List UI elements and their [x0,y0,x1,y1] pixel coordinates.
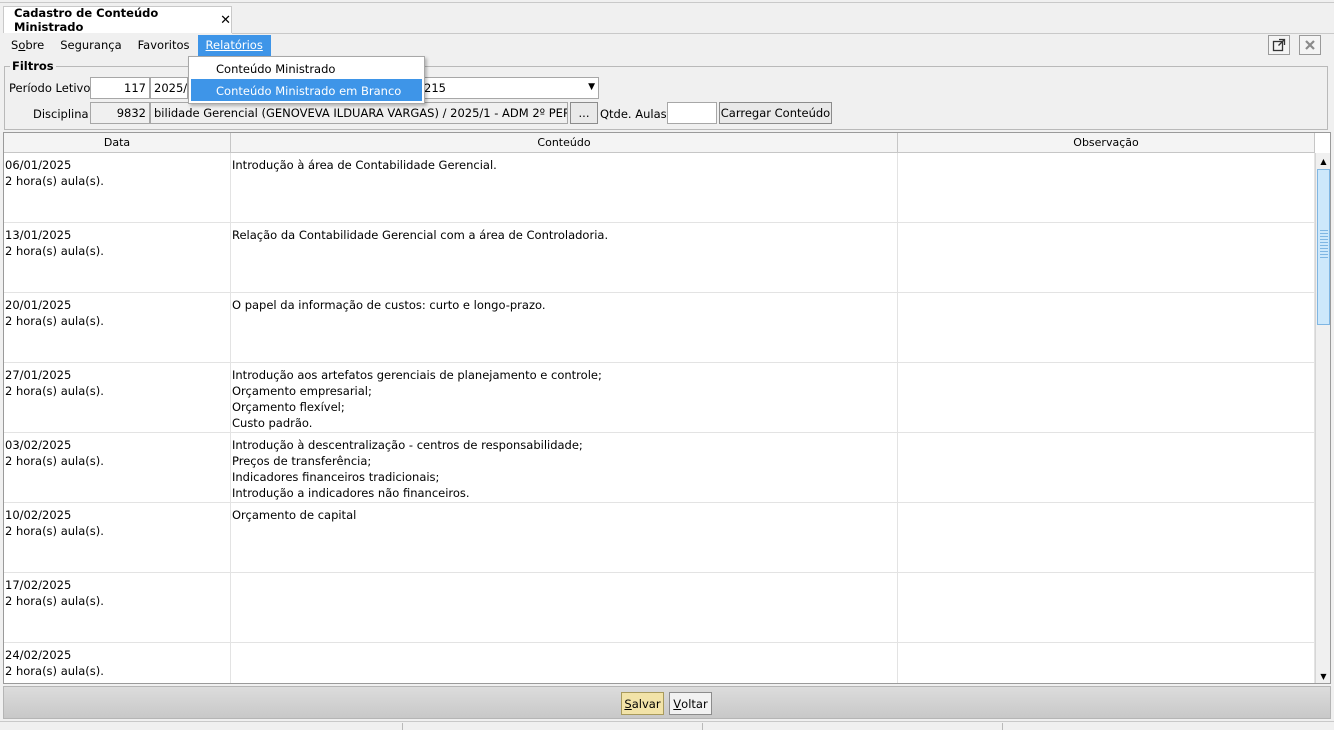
qtde-aulas-input[interactable] [667,102,717,124]
tab-cadastro-conteudo[interactable]: Cadastro de Conteúdo Ministrado ✕ [3,6,232,34]
cell-data[interactable]: 10/02/2025 2 hora(s) aula(s). [4,503,231,572]
table-row[interactable]: 13/01/2025 2 hora(s) aula(s). Relação da… [4,223,1315,293]
table-row[interactable]: 20/01/2025 2 hora(s) aula(s). O papel da… [4,293,1315,363]
disciplina-input[interactable]: bilidade Gerencial (GENOVEVA ILDUARA VAR… [150,102,568,124]
table-row[interactable]: 17/02/2025 2 hora(s) aula(s). [4,573,1315,643]
grid-body: 06/01/2025 2 hora(s) aula(s). Introdução… [4,153,1315,683]
cell-data[interactable]: 24/02/2025 2 hora(s) aula(s). [4,643,231,683]
periodo-label: Período Letivo: [9,81,95,95]
menu-sobre[interactable]: Sobre [3,35,52,56]
tab-title: Cadastro de Conteúdo Ministrado [14,6,159,34]
cell-conteudo[interactable]: Introdução aos artefatos gerenciais de p… [231,363,898,432]
periodo-combo-value: 215 [424,81,446,95]
menu-item-conteudo-ministrado[interactable]: Conteúdo Ministrado [189,57,424,79]
periodo-input[interactable]: 2025/1 [150,77,188,99]
table-row[interactable]: 24/02/2025 2 hora(s) aula(s). [4,643,1315,683]
cell-conteudo[interactable]: Introdução à descentralização - centros … [231,433,898,502]
salvar-button[interactable]: Salvar [621,692,664,715]
cell-observacao[interactable] [898,363,1315,432]
conteudo-grid: Data Conteúdo Observação 06/01/2025 2 ho… [3,132,1331,684]
scrollbar-thumb[interactable] [1317,169,1330,325]
periodo-combo[interactable]: 215 ▼ [420,77,599,99]
cell-conteudo[interactable] [231,643,898,683]
menu-sobre-suffix: bre [25,38,45,52]
tab-close-icon[interactable]: ✕ [220,13,231,28]
disciplina-label: Disciplina: [33,107,93,121]
cell-observacao[interactable] [898,573,1315,642]
menu-item-conteudo-ministrado-branco[interactable]: Conteúdo Ministrado em Branco [191,79,422,101]
cell-observacao[interactable] [898,293,1315,362]
cell-data[interactable]: 27/01/2025 2 hora(s) aula(s). [4,363,231,432]
menu-bar: Sobre Segurança Favoritos Relatórios [3,35,271,56]
cell-data[interactable]: 20/01/2025 2 hora(s) aula(s). [4,293,231,362]
status-bar [0,721,1334,730]
scroll-up-icon[interactable]: ▲ [1316,153,1330,169]
qtde-aulas-label: Qtde. Aulas: [600,107,671,121]
menu-seguranca[interactable]: Segurança [52,35,129,56]
menu-relatorios[interactable]: Relatórios [197,35,271,56]
cell-observacao[interactable] [898,433,1315,502]
periodo-code-input[interactable]: 117 [90,77,150,99]
external-link-glyph [1272,38,1286,52]
header-conteudo[interactable]: Conteúdo [231,133,898,153]
menu-favoritos[interactable]: Favoritos [130,35,198,56]
salvar-label: alvar [631,696,661,711]
vertical-scrollbar[interactable]: ▲ ▼ [1315,153,1330,683]
voltar-button[interactable]: Voltar [669,692,712,715]
cell-conteudo[interactable]: O papel da informação de custos: curto e… [231,293,898,362]
table-row[interactable]: 10/02/2025 2 hora(s) aula(s). Orçamento … [4,503,1315,573]
carregar-conteudo-button[interactable]: Carregar Conteúdo [719,102,832,124]
external-link-icon[interactable] [1268,35,1290,55]
filters-legend: Filtros [10,59,56,73]
cell-conteudo[interactable] [231,573,898,642]
cell-observacao[interactable] [898,153,1315,222]
table-row[interactable]: 03/02/2025 2 hora(s) aula(s). Introdução… [4,433,1315,503]
salvar-mnemonic: S [624,696,632,711]
cell-data[interactable]: 03/02/2025 2 hora(s) aula(s). [4,433,231,502]
cell-data[interactable]: 13/01/2025 2 hora(s) aula(s). [4,223,231,292]
disciplina-browse-button[interactable]: ... [570,102,598,124]
header-data[interactable]: Data [4,133,231,153]
close-glyph [1305,40,1315,50]
scrollbar-grip [1320,230,1328,260]
bottom-toolbar: Salvar Voltar [3,686,1331,719]
close-icon[interactable] [1299,35,1321,55]
voltar-mnemonic: V [673,696,682,711]
header-observacao[interactable]: Observação [898,133,1315,153]
table-row[interactable]: 06/01/2025 2 hora(s) aula(s). Introdução… [4,153,1315,223]
cell-conteudo[interactable]: Introdução à área de Contabilidade Geren… [231,153,898,222]
tab-strip-divider [232,33,1334,34]
cell-conteudo[interactable]: Relação da Contabilidade Gerencial com a… [231,223,898,292]
grid-header: Data Conteúdo Observação [4,133,1315,153]
cell-observacao[interactable] [898,643,1315,683]
disciplina-code-input[interactable]: 9832 [90,102,150,124]
top-border [0,2,1334,3]
relatorios-dropdown: Conteúdo Ministrado Conteúdo Ministrado … [188,56,425,104]
scroll-down-icon[interactable]: ▼ [1316,668,1330,683]
table-row[interactable]: 27/01/2025 2 hora(s) aula(s). Introdução… [4,363,1315,433]
chevron-down-icon: ▼ [588,82,595,92]
cell-observacao[interactable] [898,503,1315,572]
voltar-label: oltar [681,696,708,711]
cell-data[interactable]: 06/01/2025 2 hora(s) aula(s). [4,153,231,222]
cell-data[interactable]: 17/02/2025 2 hora(s) aula(s). [4,573,231,642]
cell-observacao[interactable] [898,223,1315,292]
cell-conteudo[interactable]: Orçamento de capital [231,503,898,572]
